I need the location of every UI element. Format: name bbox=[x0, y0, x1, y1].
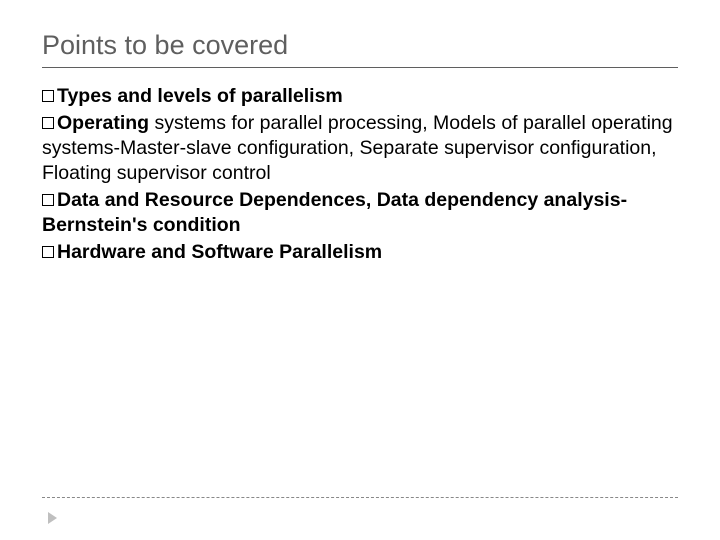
bullet-rest: and Software Parallelism bbox=[146, 241, 382, 263]
page-title: Points to be covered bbox=[42, 30, 678, 61]
bullet-lead: Data bbox=[57, 189, 99, 211]
bullet-rest: and Resource Dependences, Data dependenc… bbox=[42, 189, 627, 236]
bullet-item-operating: Operating systems for parallel processin… bbox=[42, 111, 678, 186]
arrow-right-icon bbox=[48, 512, 57, 524]
bullet-list: Types and levels of parallelism Operatin… bbox=[42, 84, 678, 265]
bullet-lead: Types bbox=[57, 85, 112, 107]
square-bullet-icon bbox=[42, 246, 54, 258]
title-underline bbox=[42, 67, 678, 68]
bullet-item-types: Types and levels of parallelism bbox=[42, 84, 678, 109]
bullet-lead: Hardware bbox=[57, 241, 146, 263]
square-bullet-icon bbox=[42, 194, 54, 206]
bullet-lead: Operating bbox=[57, 112, 149, 134]
square-bullet-icon bbox=[42, 90, 54, 102]
bullet-rest: and levels of parallelism bbox=[112, 85, 343, 107]
footer-divider bbox=[42, 497, 678, 498]
bullet-item-hardware: Hardware and Software Parallelism bbox=[42, 240, 678, 265]
square-bullet-icon bbox=[42, 117, 54, 129]
bullet-item-data: Data and Resource Dependences, Data depe… bbox=[42, 188, 678, 238]
